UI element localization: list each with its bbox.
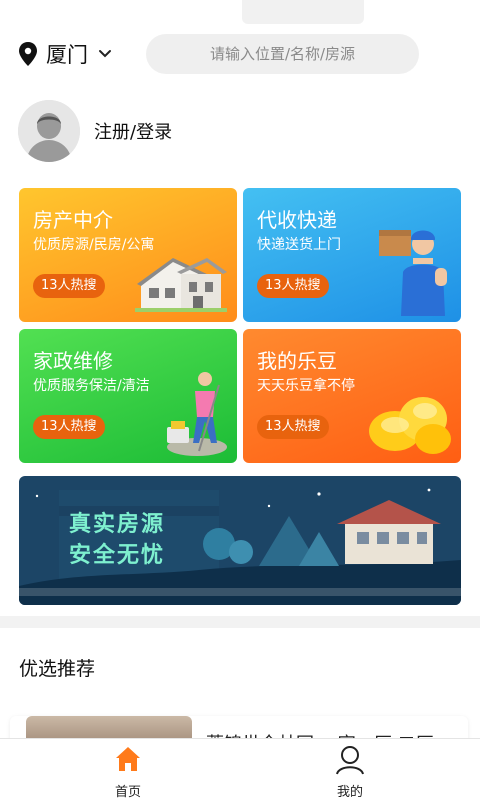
- coins-illustration-icon: [369, 397, 451, 454]
- house-illustration-icon: [135, 258, 227, 312]
- hot-search-badge: 13人热搜: [257, 415, 329, 439]
- recommend-section: 优选推荐 蔷锦世全林园 一室一厅 二厅: [0, 628, 480, 746]
- status-notch: [242, 0, 364, 24]
- main-section: 注册/登录 房产中介 优质房源/民房/公寓 13人热搜 代收快递 快递送货上门 …: [0, 82, 480, 616]
- service-card-housekeeping[interactable]: 家政维修 优质服务保洁/清洁 13人热搜: [19, 329, 237, 463]
- hot-search-badge: 13人热搜: [257, 274, 329, 298]
- hot-search-badge: 13人热搜: [33, 274, 105, 298]
- hot-search-badge: 13人热搜: [33, 415, 105, 439]
- card-subtitle: 天天乐豆拿不停: [257, 378, 355, 394]
- cleaning-illustration-icon: [167, 372, 227, 456]
- search-input[interactable]: [146, 34, 419, 74]
- card-title: 我的乐豆: [257, 349, 337, 373]
- login-entry[interactable]: 注册/登录: [18, 100, 172, 162]
- service-card-courier[interactable]: 代收快递 快递送货上门 13人热搜: [243, 188, 461, 322]
- courier-illustration-icon: [379, 230, 447, 316]
- tab-me[interactable]: 我的: [300, 745, 400, 800]
- promo-banner[interactable]: 真实房源 安全无忧: [19, 476, 461, 605]
- service-card-ledou[interactable]: 我的乐豆 天天乐豆拿不停 13人热搜: [243, 329, 461, 463]
- user-icon: [336, 746, 364, 775]
- avatar: [18, 100, 80, 162]
- card-title: 代收快递: [257, 208, 337, 232]
- default-avatar-icon: [18, 100, 80, 162]
- home-icon: [116, 747, 140, 771]
- chevron-down-icon: [99, 50, 111, 58]
- card-title: 房产中介: [33, 208, 113, 232]
- tab-home[interactable]: 首页: [78, 745, 178, 800]
- banner-line-1: 真实房源: [69, 512, 166, 537]
- card-title: 家政维修: [33, 349, 113, 373]
- banner-line-2: 安全无忧: [69, 543, 166, 568]
- location-pin-icon: [19, 42, 37, 66]
- city-name: 厦门: [46, 43, 88, 67]
- service-card-real-estate[interactable]: 房产中介 优质房源/民房/公寓 13人热搜: [19, 188, 237, 322]
- card-subtitle: 优质服务保洁/清洁: [33, 378, 150, 394]
- card-subtitle: 快递送货上门: [257, 237, 341, 253]
- recommend-heading: 优选推荐: [19, 658, 96, 680]
- top-bar: 厦门: [0, 0, 480, 82]
- bottom-tab-bar: 首页 我的: [0, 738, 480, 800]
- tab-home-label: 首页: [114, 785, 141, 800]
- tab-me-label: 我的: [336, 785, 363, 800]
- city-selector[interactable]: 厦门: [18, 38, 112, 70]
- login-label: 注册/登录: [94, 122, 173, 143]
